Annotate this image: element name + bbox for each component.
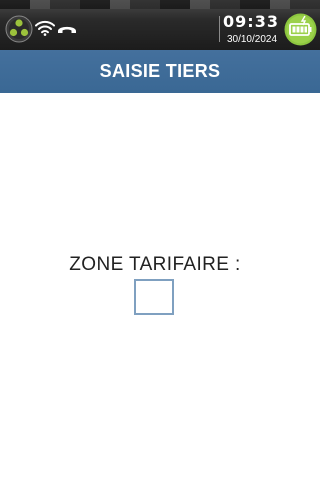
zone-tarifaire-input[interactable] <box>134 279 174 315</box>
phone-hangup-icon <box>58 26 76 33</box>
zone-tarifaire-label: ZONE TARIFAIRE : <box>69 254 241 275</box>
status-divider <box>219 16 220 42</box>
wifi-icon <box>35 20 55 36</box>
terminal-screen: 09:33 30/10/2024 SAISIE TIERS ZONE TARIF… <box>0 0 320 480</box>
clock: 09:33 <box>223 12 279 31</box>
header-bar: SAISIE TIERS <box>0 50 320 93</box>
network-logo-icon <box>5 15 33 43</box>
date: 30/10/2024 <box>226 34 278 45</box>
status-bar: 09:33 30/10/2024 <box>0 0 320 50</box>
status-bar-edge <box>0 0 320 9</box>
battery-charging-icon <box>284 13 317 46</box>
page-title: SAISIE TIERS <box>99 61 221 81</box>
